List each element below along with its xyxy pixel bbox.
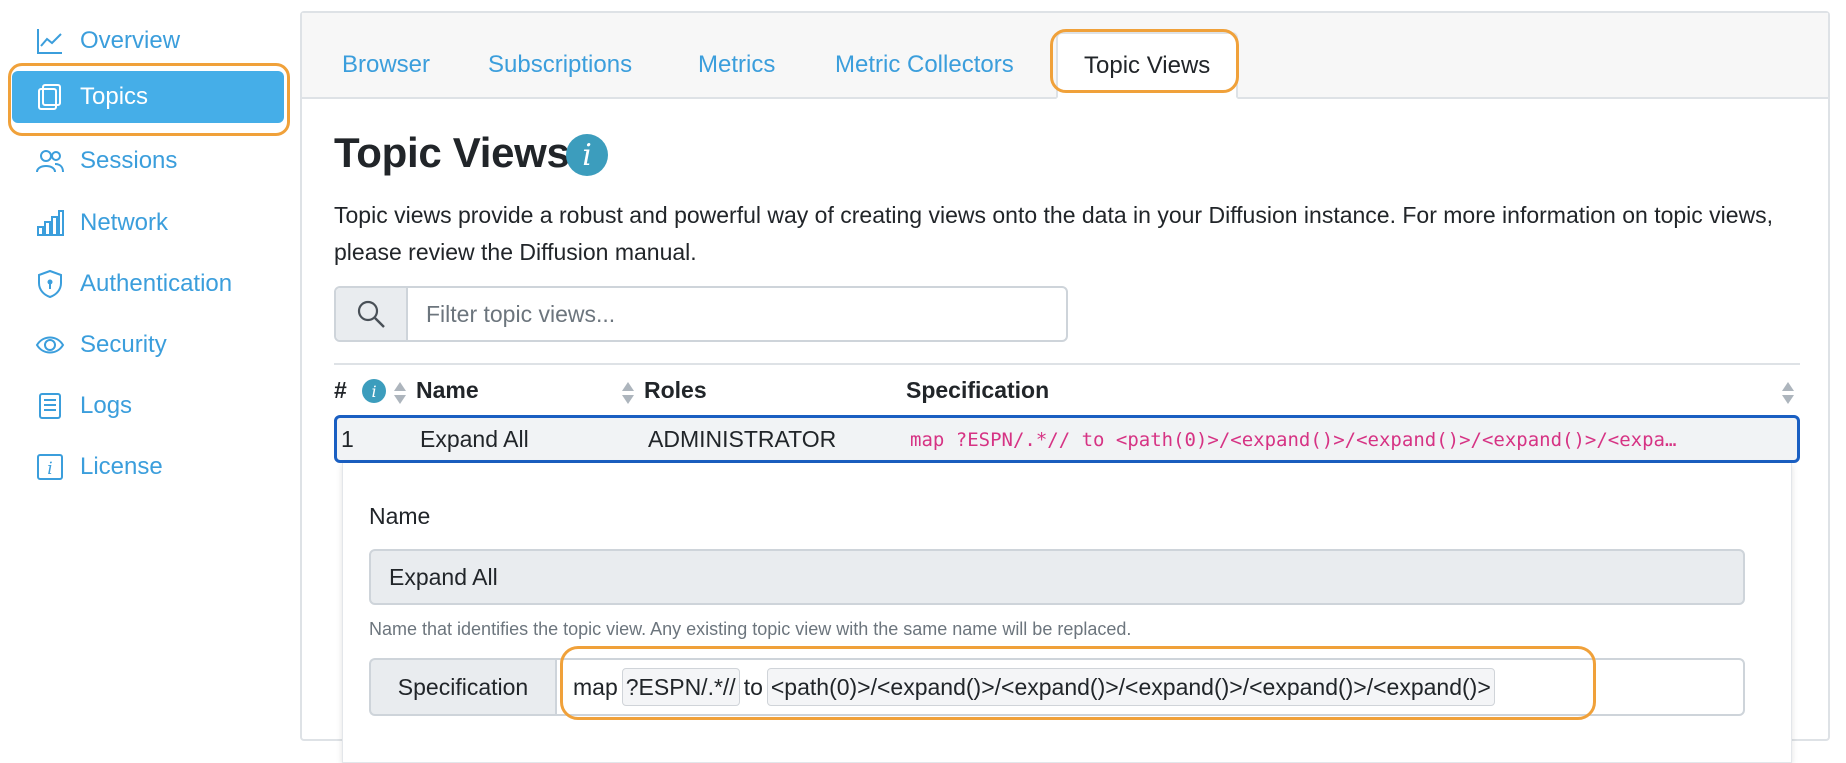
sidebar-item-sessions[interactable]: Sessions bbox=[12, 135, 284, 187]
sort-icon[interactable] bbox=[392, 380, 408, 406]
sidebar-item-license[interactable]: i License bbox=[12, 441, 284, 493]
column-header-roles[interactable]: Roles bbox=[644, 377, 707, 404]
sort-icon[interactable] bbox=[1780, 380, 1796, 406]
spec-selector-token[interactable]: ?ESPN/.*// bbox=[621, 668, 740, 706]
tab-subscriptions[interactable]: Subscriptions bbox=[488, 33, 632, 97]
tab-topic-views[interactable]: Topic Views bbox=[1056, 32, 1239, 99]
name-help-text: Name that identifies the topic view. Any… bbox=[369, 619, 1132, 639]
name-label: Name bbox=[369, 503, 431, 529]
sort-icon[interactable] bbox=[620, 380, 636, 406]
spec-keyword-to: to bbox=[743, 673, 763, 700]
table-row[interactable]: 1 Expand All ADMINISTRATOR map ?ESPN/.*/… bbox=[334, 415, 1800, 463]
sidebar-item-overview[interactable]: Overview bbox=[12, 15, 284, 67]
info-icon[interactable]: i bbox=[566, 134, 608, 176]
specification-group: Specification map ?ESPN/.*// to <path(0)… bbox=[369, 658, 1745, 716]
tab-metrics[interactable]: Metrics bbox=[698, 33, 775, 97]
sidebar-item-topics[interactable]: Topics bbox=[12, 71, 284, 123]
sidebar-item-network[interactable]: Network bbox=[12, 197, 284, 249]
row-name: Expand All bbox=[420, 426, 529, 452]
filter-input[interactable] bbox=[408, 288, 1066, 340]
topic-view-detail: Name Expand All Name that identifies the… bbox=[342, 463, 1792, 763]
tab-metric-collectors[interactable]: Metric Collectors bbox=[835, 33, 1014, 97]
spec-keyword-map: map bbox=[573, 673, 618, 700]
shield-keyhole-icon bbox=[34, 268, 66, 300]
search-icon bbox=[336, 288, 408, 340]
row-index: 1 bbox=[341, 426, 354, 452]
row-specification: map ?ESPN/.*// to <path(0)>/<expand()>/<… bbox=[910, 429, 1680, 451]
sidebar-item-logs[interactable]: Logs bbox=[12, 380, 284, 432]
sidebar-item-label: Topics bbox=[80, 83, 149, 110]
spec-target-token[interactable]: <path(0)>/<expand()>/<expand()>/<expand(… bbox=[766, 668, 1495, 706]
column-header-specification[interactable]: Specification bbox=[906, 377, 1049, 404]
tab-browser[interactable]: Browser bbox=[342, 33, 430, 97]
sidebar-item-label: Security bbox=[80, 331, 167, 358]
specification-label: Specification bbox=[369, 658, 555, 716]
index-info-icon[interactable]: i bbox=[362, 379, 386, 403]
chart-line-icon bbox=[34, 25, 66, 57]
sidebar-item-label: Sessions bbox=[80, 147, 178, 174]
info-square-icon: i bbox=[34, 451, 66, 483]
specification-field[interactable]: map ?ESPN/.*// to <path(0)>/<expand()>/<… bbox=[555, 658, 1745, 716]
column-header-name[interactable]: Name bbox=[416, 377, 479, 404]
sidebar-item-label: Logs bbox=[80, 392, 133, 419]
column-header-index[interactable]: # bbox=[334, 377, 347, 404]
sidebar-item-authentication[interactable]: Authentication bbox=[12, 258, 284, 310]
main-panel: Browser Subscriptions Metrics Metric Col… bbox=[300, 11, 1830, 763]
tab-bar: Browser Subscriptions Metrics Metric Col… bbox=[302, 13, 1828, 99]
sidebar-item-security[interactable]: Security bbox=[12, 319, 284, 371]
svg-text:i: i bbox=[47, 459, 52, 479]
eye-icon bbox=[34, 329, 66, 361]
people-icon bbox=[34, 145, 66, 177]
sidebar-item-label: Network bbox=[80, 209, 169, 236]
table-divider bbox=[334, 363, 1800, 365]
filter-group bbox=[334, 286, 1068, 342]
sidebar-item-label: Overview bbox=[80, 27, 181, 54]
row-roles: ADMINISTRATOR bbox=[648, 426, 837, 452]
sidebar-item-label: License bbox=[80, 453, 163, 480]
copy-pages-icon bbox=[34, 81, 66, 113]
bar-chart-icon bbox=[34, 207, 66, 239]
document-icon bbox=[34, 390, 66, 422]
page-title: Topic Views bbox=[334, 129, 570, 176]
sidebar: Overview Topics Sessions Network Authent… bbox=[0, 0, 300, 726]
name-field[interactable]: Expand All bbox=[369, 549, 1745, 605]
page-description: Topic views provide a robust and powerfu… bbox=[334, 202, 1774, 265]
sidebar-item-label: Authentication bbox=[80, 270, 233, 297]
